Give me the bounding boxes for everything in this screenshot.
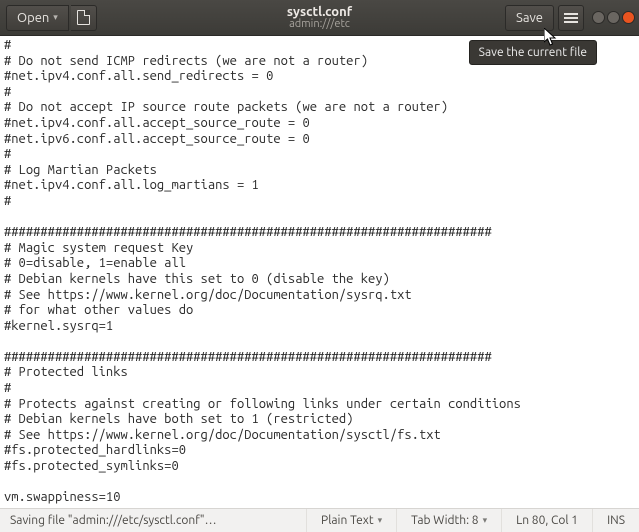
close-button[interactable] bbox=[622, 11, 635, 24]
tab-width-label: Tab Width: 8 bbox=[411, 514, 478, 527]
headerbar-left: Open ▾ bbox=[0, 5, 97, 31]
editor-content: # # Do not send ICMP redirects (we are n… bbox=[4, 38, 635, 506]
chevron-down-icon: ▾ bbox=[53, 12, 58, 23]
minimize-button[interactable] bbox=[592, 11, 605, 24]
language-label: Plain Text bbox=[321, 514, 374, 527]
maximize-button[interactable] bbox=[607, 11, 620, 24]
headerbar-right: Save bbox=[505, 5, 639, 31]
cursor-position-label: Ln 80, Col 1 bbox=[516, 514, 578, 527]
chevron-down-icon: ▾ bbox=[378, 515, 383, 526]
document-icon bbox=[77, 10, 90, 25]
open-button-label: Open bbox=[17, 11, 49, 25]
open-button[interactable]: Open ▾ bbox=[6, 5, 69, 31]
tab-width-selector[interactable]: Tab Width: 8 ▾ bbox=[396, 509, 501, 532]
save-tooltip: Save the current file bbox=[469, 40, 597, 65]
statusbar-message: Saving file "admin:///etc/sysctl.conf"… bbox=[0, 514, 217, 527]
text-editor[interactable]: # # Do not send ICMP redirects (we are n… bbox=[0, 36, 639, 508]
cursor-position: Ln 80, Col 1 bbox=[501, 509, 592, 532]
hamburger-icon bbox=[564, 17, 578, 19]
window-subtitle: admin:///etc bbox=[289, 18, 350, 30]
save-button[interactable]: Save bbox=[505, 5, 554, 31]
insert-mode-label: INS bbox=[607, 514, 625, 527]
menu-button[interactable] bbox=[558, 5, 584, 31]
statusbar: Saving file "admin:///etc/sysctl.conf"… … bbox=[0, 508, 639, 532]
save-button-label: Save bbox=[516, 11, 543, 25]
insert-mode-indicator[interactable]: INS bbox=[592, 509, 639, 532]
new-document-button[interactable] bbox=[71, 5, 97, 31]
headerbar: Open ▾ sysctl.conf admin:///etc Save bbox=[0, 0, 639, 36]
window-title: sysctl.conf bbox=[287, 5, 352, 19]
chevron-down-icon: ▾ bbox=[483, 515, 488, 526]
window-controls bbox=[592, 11, 635, 24]
language-selector[interactable]: Plain Text ▾ bbox=[306, 509, 396, 532]
